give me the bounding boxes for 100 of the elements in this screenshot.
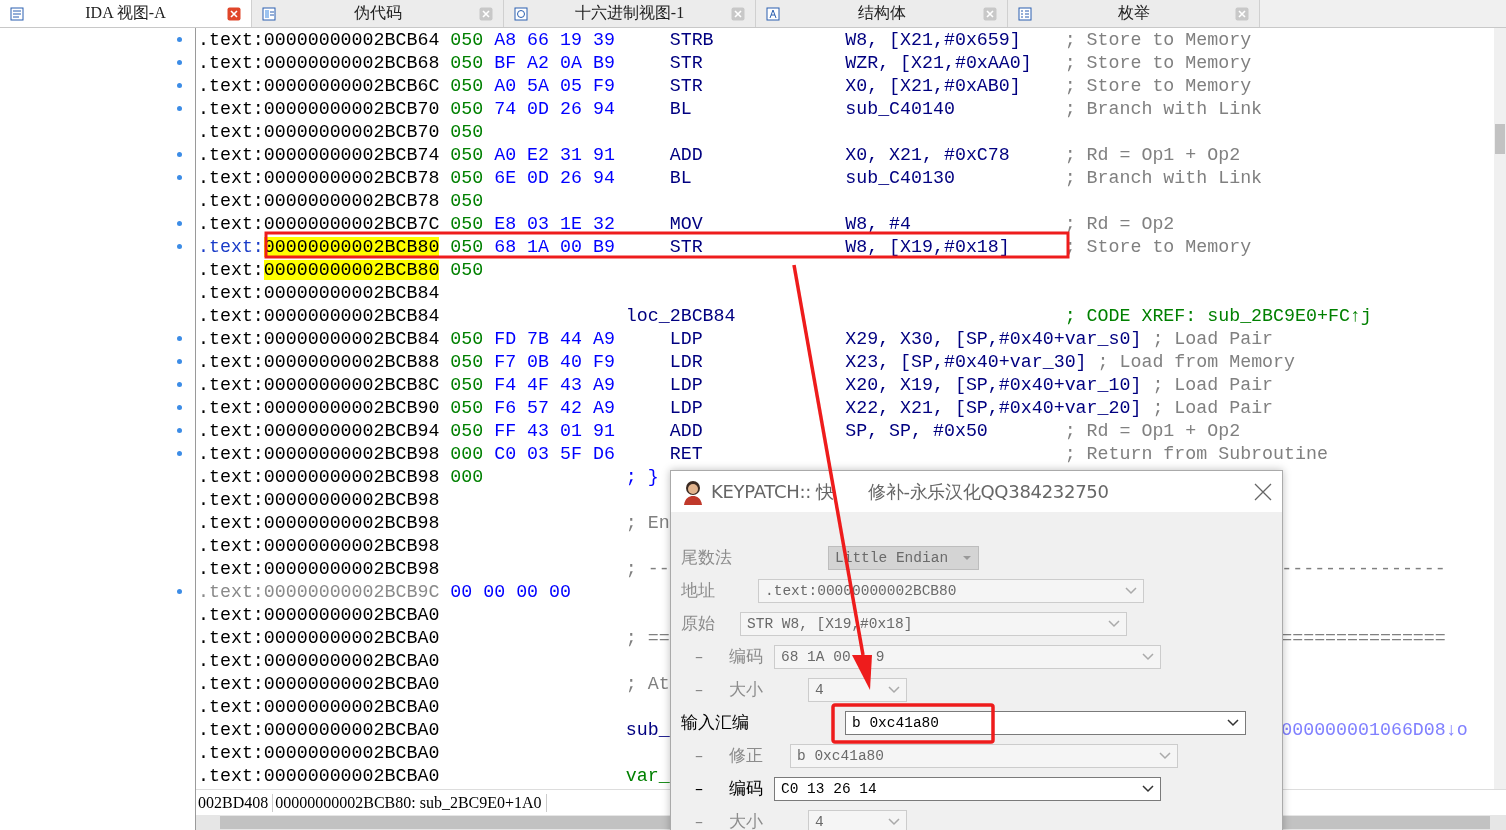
stack-offset: 050 — [450, 351, 485, 372]
address-text: .text:00000000002BCB98 — [198, 443, 441, 464]
address-text: .text:00000000002BCB8C — [198, 374, 441, 395]
mnemonic: LDP — [669, 374, 704, 395]
code-comment: ; Branch with Link — [1064, 167, 1263, 188]
code-comment: ; Branch with Link — [1064, 98, 1263, 119]
code-comment: ; Rd = Op2 — [1064, 213, 1175, 234]
address-text: .text:00000000002BCB74 — [198, 144, 441, 165]
mnemonic: RET — [669, 443, 704, 464]
xref-comment: ; CODE XREF: sub_2BC9E0+FC↑j — [1064, 305, 1372, 326]
field-value: 68 1A 00 — [781, 648, 851, 665]
operands: X20, X19, [SP,#0x40+var_10] — [845, 374, 1142, 395]
status-text: 00000000002BCB80: sub_2BC9E0+1A0 — [273, 793, 547, 812]
opcode-bytes: A0 E2 31 91 — [494, 144, 616, 165]
address-text: .text:00000000002BCB98 — [198, 512, 441, 533]
address-text: .text:00000000002BCB7C — [198, 213, 441, 234]
opcode-bytes: F6 57 42 A9 — [494, 397, 616, 418]
opcode-bytes: A8 66 19 39 — [494, 29, 616, 50]
mnemonic: BL — [669, 98, 693, 119]
operands: X0, [X21,#0xAB0] — [845, 75, 1022, 96]
field-value: 9 — [875, 648, 885, 665]
stack-offset: 050 — [450, 259, 485, 280]
dash-text: – — [694, 746, 704, 765]
mnemonic: STR — [669, 75, 704, 96]
code-comment: ; Load Pair — [1152, 397, 1274, 418]
code-comment: ; Rd = Op1 + Op2 — [1064, 420, 1241, 441]
address-text: .text:00000000002BCB90 — [198, 397, 441, 418]
stack-offset: 050 — [450, 328, 485, 349]
operands: X22, X21, [SP,#0x40+var_20] — [845, 397, 1142, 418]
address-text: .text:00000000002BCB78 — [198, 190, 441, 211]
stack-offset: 050 — [450, 213, 485, 234]
address-text: .text:00000000002BCB98 — [198, 489, 441, 510]
address-text: .text:00000000002BCB84 — [198, 328, 441, 349]
address-text: .text:00000000002BCB98 — [198, 558, 441, 579]
code-label: ; -- — [625, 558, 670, 579]
stack-offset: 000 — [450, 443, 485, 464]
opcode-bytes: 74 0D 26 94 — [494, 98, 616, 119]
stack-offset: 050 — [450, 167, 485, 188]
stack-offset: 050 — [450, 29, 485, 50]
operands: X23, [SP,#0x40+var_30] — [845, 351, 1087, 372]
stack-offset: 000 — [450, 466, 485, 487]
opcode-bytes: F4 4F 43 A9 — [494, 374, 616, 395]
address-text: .text:00000000002BCB78 — [198, 167, 441, 188]
code-label: loc_2BCB84 — [625, 305, 736, 326]
segment-label: .text: — [198, 259, 264, 280]
code-label: ; En — [625, 512, 670, 533]
code-label: var_ — [625, 765, 670, 786]
address-text: .text:00000000002BCB98 — [198, 466, 441, 487]
mnemonic: LDP — [669, 397, 704, 418]
mnemonic: ADD — [669, 144, 704, 165]
address-text: .text:00000000002BCBA0 — [198, 673, 441, 694]
opcode-bytes: 68 1A 00 B9 — [494, 236, 616, 257]
data-bytes: 00 00 00 00 — [450, 581, 572, 602]
address-text: .text:00000000002BCB64 — [198, 29, 441, 50]
opcode-bytes: A0 5A 05 F9 — [494, 75, 616, 96]
operands: WZR, [X21,#0xAA0] — [845, 52, 1033, 73]
code-comment: ; Load Pair — [1152, 374, 1274, 395]
code-comment: ; Return from Subroutine — [1064, 443, 1328, 464]
code-comment: ; Rd = Op1 + Op2 — [1064, 144, 1241, 165]
operands: sub_C40130 — [845, 167, 956, 188]
code-label: ; } — [625, 466, 659, 487]
address-text: .text:00000000002BCBA0 — [198, 742, 441, 763]
address-text: .text:00000000002BCB9C — [198, 581, 441, 602]
address-text: .text:00000000002BCB70 — [198, 121, 441, 142]
code-comment: ; Load from Memory — [1097, 351, 1296, 372]
address-text: .text:00000000002BCB84 — [198, 305, 441, 326]
address-text: .text:00000000002BCB94 — [198, 420, 441, 441]
stack-offset: 050 — [450, 236, 485, 257]
code-comment: --------------- — [1281, 558, 1446, 579]
stack-offset: 050 — [450, 121, 485, 142]
stack-offset: 050 — [450, 144, 485, 165]
dialog-title: 修补-永乐汉化QQ384232750 — [868, 479, 1109, 504]
address-text: .text:00000000002BCB98 — [198, 535, 441, 556]
mnemonic: STR — [669, 236, 704, 257]
address-text: 00000000002BCB80 — [263, 259, 440, 280]
field-label: 地址 — [681, 579, 715, 602]
status-text: 002BD408 — [196, 793, 274, 812]
stack-offset: 050 — [450, 374, 485, 395]
stack-offset: 050 — [450, 75, 485, 96]
operands: W8, [X21,#0x659] — [845, 29, 1022, 50]
address-text: .text:00000000002BCBA0 — [198, 627, 441, 648]
field-label: 原始 — [681, 612, 715, 635]
address-text: 00000000002BCB80 — [263, 236, 440, 257]
mnemonic: BL — [669, 167, 693, 188]
code-comment: =============== — [1281, 627, 1446, 648]
field-label: 修正 — [729, 744, 763, 767]
opcode-bytes: FD 7B 44 A9 — [494, 328, 616, 349]
address-text: .text:00000000002BCBA0 — [198, 604, 441, 625]
address-text: .text:00000000002BCB70 — [198, 98, 441, 119]
operands: SP, SP, #0x50 — [845, 420, 989, 441]
dash-text: – — [694, 647, 704, 666]
stack-offset: 050 — [450, 190, 485, 211]
stack-offset: 050 — [450, 420, 485, 441]
field-label: 编码 — [729, 777, 763, 800]
code-comment: ; Store to Memory — [1064, 75, 1252, 96]
mnemonic: LDR — [669, 351, 704, 372]
mnemonic: STRB — [669, 29, 715, 50]
dash-text: – — [694, 812, 704, 830]
operands: sub_C40140 — [845, 98, 956, 119]
mnemonic: LDP — [669, 328, 704, 349]
